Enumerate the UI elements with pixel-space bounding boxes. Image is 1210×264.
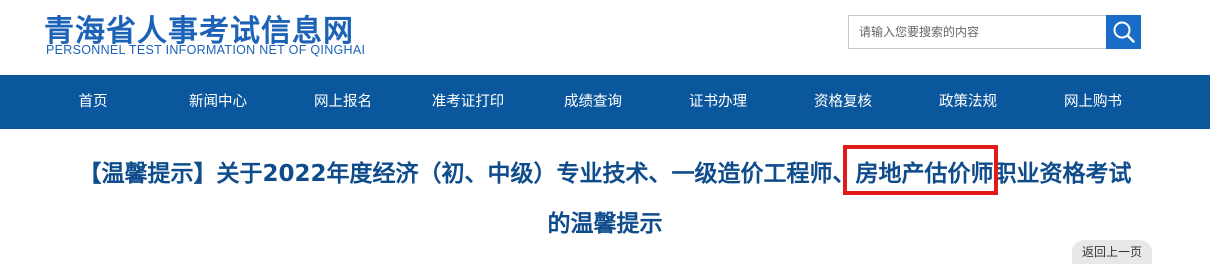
- site-header: 青海省人事考试信息网 PERSONNEL TEST INFORMATION NE…: [0, 0, 1210, 75]
- nav-item-registration[interactable]: 网上报名: [314, 75, 372, 129]
- nav-item-policy[interactable]: 政策法规: [939, 75, 997, 129]
- nav-item-home[interactable]: 首页: [79, 75, 108, 129]
- search-icon: [1113, 21, 1135, 43]
- article-title-line2: 的温馨提示: [547, 211, 663, 237]
- nav-item-bookstore[interactable]: 网上购书: [1064, 75, 1122, 129]
- back-button[interactable]: 返回上一页: [1072, 240, 1152, 264]
- site-subtitle: PERSONNEL TEST INFORMATION NET OF QINGHA…: [46, 43, 366, 57]
- main-nav: 首页 新闻中心 网上报名 准考证打印 成绩查询 证书办理 资格复核 政策法规 网…: [0, 75, 1210, 129]
- nav-item-news[interactable]: 新闻中心: [189, 75, 247, 129]
- article-title-line1: 【温馨提示】关于2022年度经济（初、中级）专业技术、一级造价工程师、房地产估价…: [78, 161, 1132, 187]
- nav-item-admission-ticket[interactable]: 准考证打印: [432, 75, 505, 129]
- search-input[interactable]: [848, 15, 1106, 49]
- nav-item-certificate[interactable]: 证书办理: [689, 75, 747, 129]
- search-box: [848, 15, 1141, 49]
- nav-item-score-query[interactable]: 成绩查询: [564, 75, 622, 129]
- nav-item-qualification-review[interactable]: 资格复核: [814, 75, 872, 129]
- search-button[interactable]: [1106, 15, 1141, 49]
- highlight-box: [843, 145, 998, 195]
